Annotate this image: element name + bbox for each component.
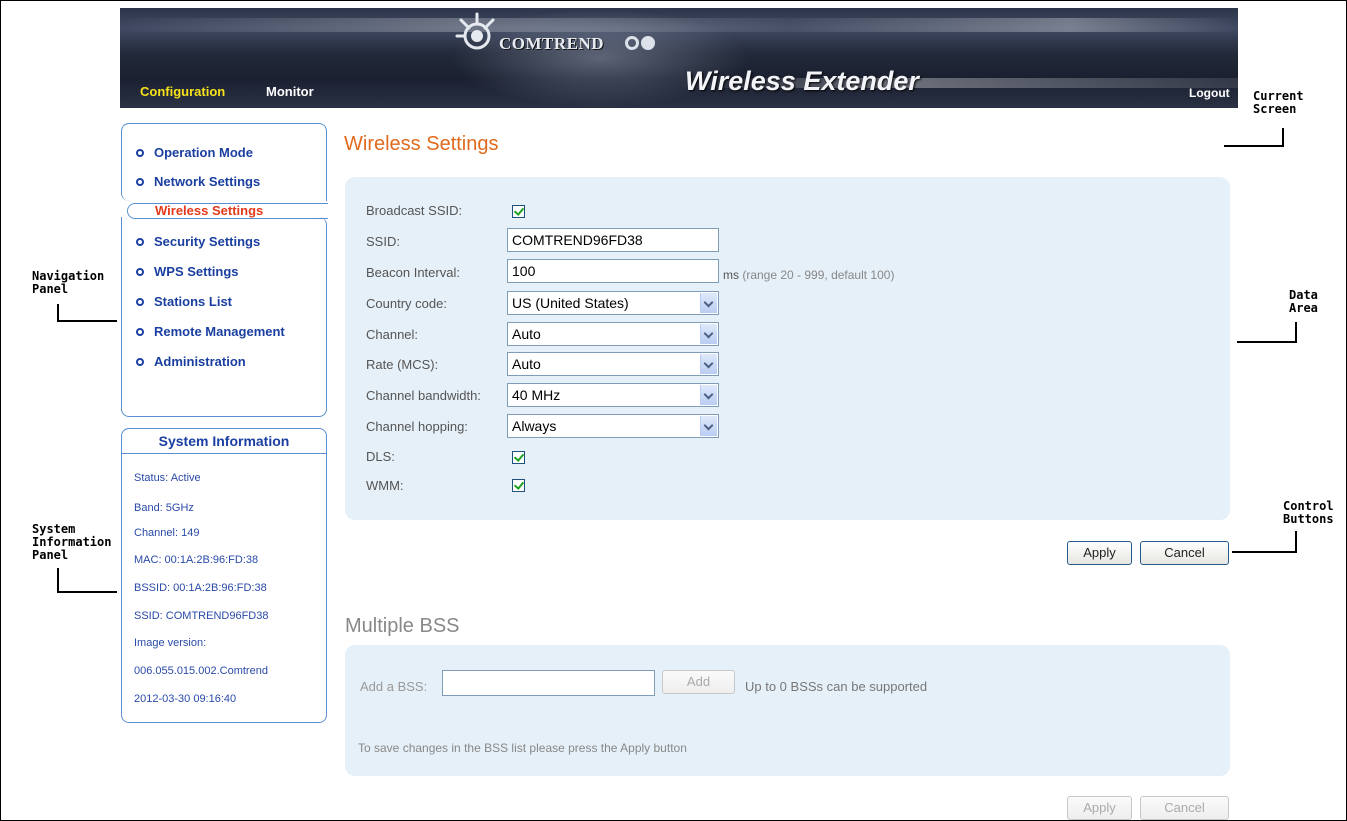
sysinfo-image-version: 006.055.015.002.Comtrend: [134, 665, 268, 677]
sidebar-item-administration[interactable]: Administration: [136, 354, 246, 369]
ssid-input[interactable]: COMTREND96FD38: [507, 228, 719, 252]
bullet-circle-icon: [136, 297, 144, 306]
channel-select[interactable]: Auto: [507, 322, 719, 346]
logo-swirl-icon: [455, 12, 495, 50]
add-bss-input[interactable]: [442, 670, 655, 696]
bullet-circle-icon: [136, 267, 144, 276]
chevron-down-icon[interactable]: [700, 416, 717, 436]
channel-label: Channel:: [366, 327, 419, 342]
channel-bandwidth-label: Channel bandwidth:: [366, 388, 481, 403]
country-code-select[interactable]: US (United States): [507, 291, 719, 315]
sidebar-item-wireless-settings[interactable]: Wireless Settings: [155, 203, 263, 218]
sysinfo-image-version-label: Image version:: [134, 637, 207, 649]
beacon-interval-hint: ms (range 20 - 999, default 100): [723, 268, 895, 282]
callout-line: [1282, 128, 1284, 147]
callout-control-buttons: Control Buttons: [1283, 499, 1334, 526]
callout-line: [57, 320, 117, 322]
dls-label: DLS:: [366, 449, 395, 464]
bullet-circle-icon: [136, 148, 144, 157]
callout-line: [1295, 322, 1297, 343]
callout-line: [1237, 341, 1297, 343]
apply-button[interactable]: Apply: [1067, 541, 1132, 565]
header-banner: COMTREND Wireless Extender Configuration…: [120, 8, 1238, 108]
callout-data-area: Data Area: [1289, 288, 1318, 315]
bss-apply-button[interactable]: Apply: [1067, 796, 1132, 820]
bss-save-note: To save changes in the BSS list please p…: [358, 741, 687, 755]
wmm-checkbox[interactable]: [512, 479, 525, 492]
wmm-label: WMM:: [366, 478, 404, 493]
callout-line: [1224, 145, 1284, 147]
sidebar-item-security-settings[interactable]: Security Settings: [136, 234, 260, 249]
multiple-bss-title: Multiple BSS: [345, 615, 460, 637]
sidebar-item-remote-management[interactable]: Remote Management: [136, 324, 285, 339]
sidebar-item-operation-mode[interactable]: Operation Mode: [136, 145, 253, 160]
callout-line: [1232, 551, 1297, 553]
sidebar-item-stations-list[interactable]: Stations List: [136, 294, 232, 309]
sysinfo-channel: Channel: 149: [134, 527, 200, 539]
data-area-panel: [345, 177, 1230, 520]
logout-link[interactable]: Logout: [1189, 86, 1230, 100]
sysinfo-band: Band: 5GHz: [134, 502, 194, 514]
chevron-down-icon[interactable]: [700, 293, 717, 313]
bullet-circle-icon: [136, 237, 144, 246]
rate-label: Rate (MCS):: [366, 357, 439, 372]
broadcast-ssid-checkbox[interactable]: [512, 205, 525, 218]
nav-frame: [121, 123, 327, 201]
logo-dots: [625, 36, 657, 55]
page-title: Wireless Settings: [344, 133, 499, 155]
ssid-label: SSID:: [366, 234, 400, 249]
bss-cancel-button[interactable]: Cancel: [1140, 796, 1229, 820]
sysinfo-bssid: BSSID: 00:1A:2B:96:FD:38: [134, 582, 267, 594]
sidebar-item-network-settings[interactable]: Network Settings: [136, 174, 260, 189]
tab-monitor[interactable]: Monitor: [266, 84, 314, 99]
callout-navigation-panel: Navigation Panel: [32, 269, 105, 296]
bss-limit-text: Up to 0 BSSs can be supported: [745, 679, 928, 694]
callout-system-information-panel: System Information Panel: [32, 522, 112, 562]
sysinfo-ssid: SSID: COMTREND96FD38: [134, 610, 269, 622]
comtrend-logo: COMTREND: [455, 12, 695, 62]
dls-checkbox[interactable]: [512, 451, 525, 464]
sysinfo-build-date: 2012-03-30 09:16:40: [134, 693, 237, 705]
beacon-interval-label: Beacon Interval:: [366, 265, 460, 280]
callout-current-screen: Current Screen: [1253, 89, 1304, 116]
tab-configuration[interactable]: Configuration: [140, 84, 225, 99]
channel-hopping-select[interactable]: Always: [507, 414, 719, 438]
rate-select[interactable]: Auto: [507, 352, 719, 376]
system-information-title: System Information: [121, 428, 327, 454]
logo-text: COMTREND: [499, 34, 605, 53]
add-bss-button[interactable]: Add: [662, 670, 735, 694]
beacon-interval-input[interactable]: 100: [507, 259, 719, 283]
add-bss-label: Add a BSS:: [360, 679, 428, 694]
multiple-bss-panel: [345, 645, 1230, 776]
sysinfo-mac: MAC: 00:1A:2B:96:FD:38: [134, 554, 259, 566]
sidebar-item-wps-settings[interactable]: WPS Settings: [136, 264, 239, 279]
callout-line: [57, 591, 117, 593]
channel-hopping-label: Channel hopping:: [366, 419, 468, 434]
callout-line: [57, 568, 59, 593]
country-code-label: Country code:: [366, 296, 447, 311]
chevron-down-icon[interactable]: [700, 385, 717, 405]
chevron-down-icon[interactable]: [700, 324, 717, 344]
channel-bandwidth-select[interactable]: 40 MHz: [507, 383, 719, 407]
cancel-button[interactable]: Cancel: [1140, 541, 1229, 565]
product-title: Wireless Extender: [685, 66, 919, 96]
system-information-panel: System Information Status: Active Band: …: [121, 428, 327, 724]
bullet-circle-icon: [136, 327, 144, 336]
chevron-down-icon[interactable]: [700, 354, 717, 374]
sysinfo-status: Status: Active: [134, 472, 201, 484]
callout-line: [1295, 531, 1297, 553]
bullet-circle-icon: [136, 357, 144, 366]
broadcast-ssid-label: Broadcast SSID:: [366, 203, 463, 218]
system-information-body: Status: Active Band: 5GHz Channel: 149 M…: [121, 454, 327, 723]
bullet-circle-icon: [136, 177, 144, 186]
